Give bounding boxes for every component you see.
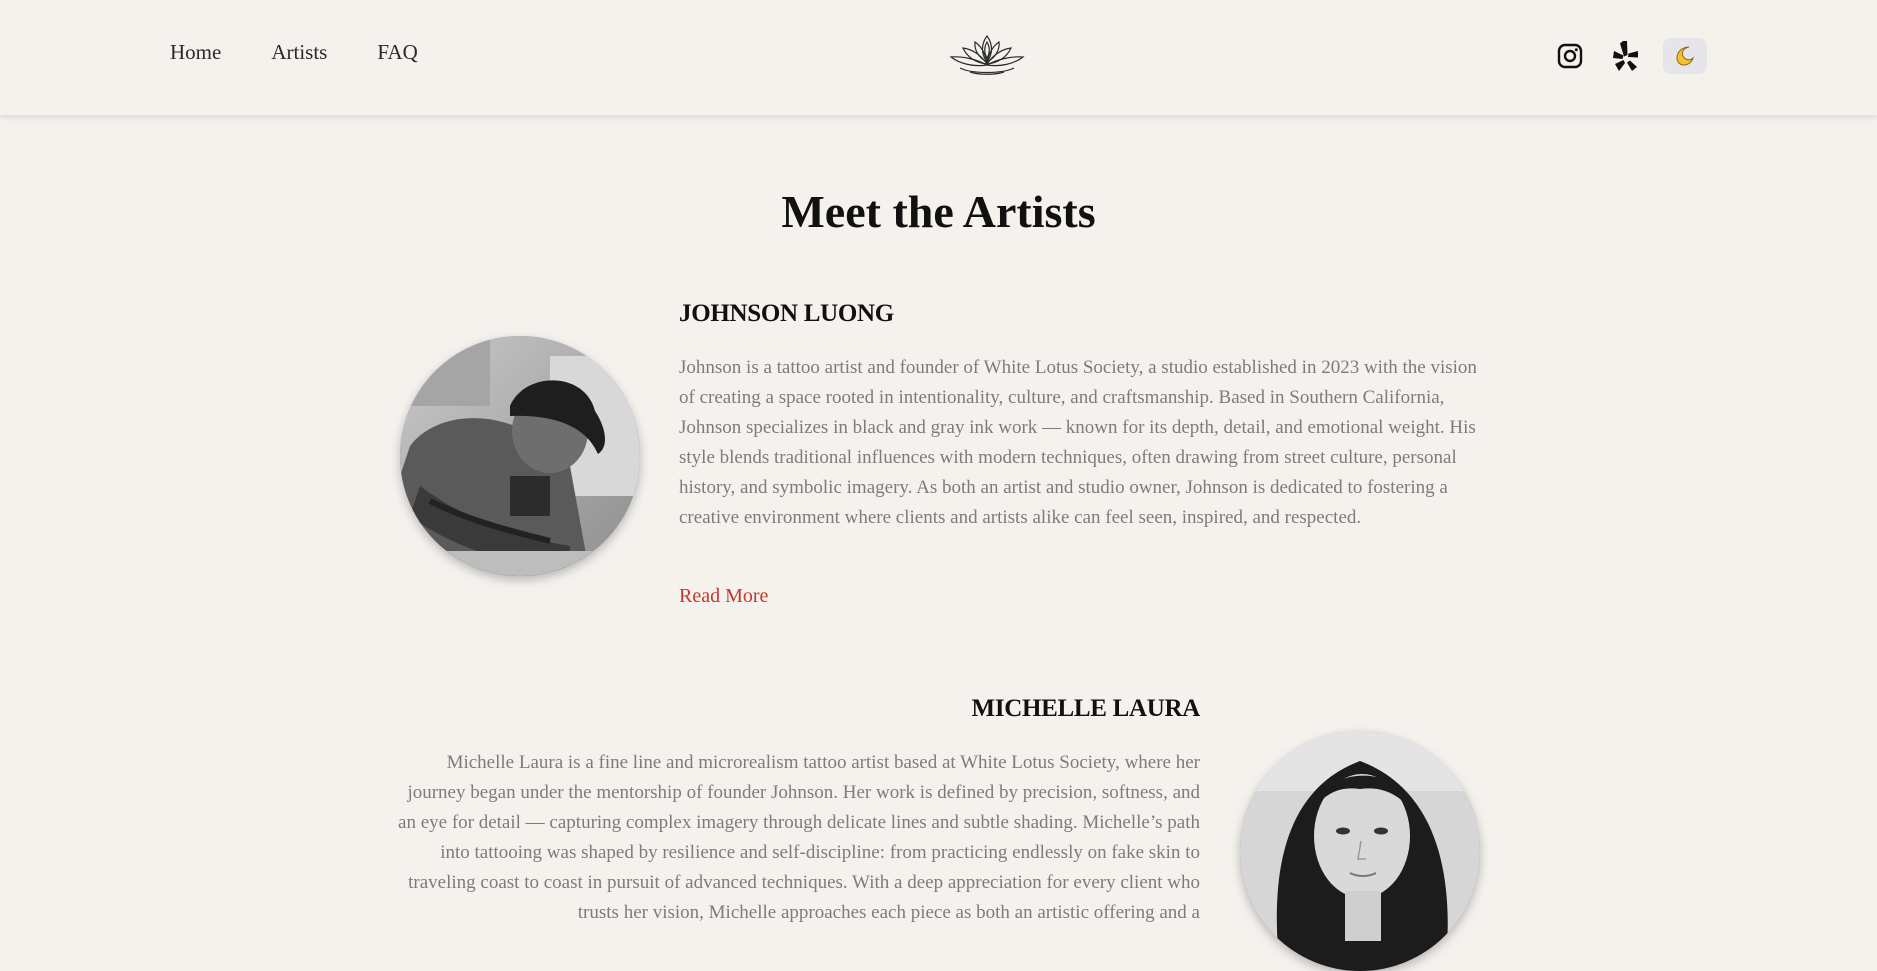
- artist-bio: Michelle Laura is a fine line and micror…: [398, 752, 1200, 923]
- yelp-icon[interactable]: [1609, 40, 1641, 72]
- artist-bio: Johnson is a tattoo artist and founder o…: [679, 357, 1477, 528]
- artist-photo-johnson: [400, 336, 640, 576]
- lotus-icon[interactable]: [946, 28, 1028, 78]
- main-nav: Home Artists FAQ: [170, 40, 418, 65]
- artist-name: JOHNSON LUONG: [679, 300, 894, 327]
- social-links: [1554, 38, 1707, 74]
- page-title: Meet the Artists: [781, 186, 1096, 237]
- artist-name: MICHELLE LAURA: [971, 695, 1201, 722]
- read-more-link[interactable]: Read More: [679, 585, 768, 608]
- theme-toggle-button[interactable]: [1663, 38, 1707, 74]
- nav-faq-link[interactable]: FAQ: [377, 40, 417, 65]
- nav-artists-link[interactable]: Artists: [271, 40, 327, 65]
- site-header: Home Artists FAQ: [0, 0, 1877, 115]
- moon-icon: [1676, 46, 1694, 66]
- artist-photo-michelle: [1240, 731, 1480, 971]
- nav-home-link[interactable]: Home: [170, 40, 221, 65]
- instagram-icon[interactable]: [1554, 40, 1586, 72]
